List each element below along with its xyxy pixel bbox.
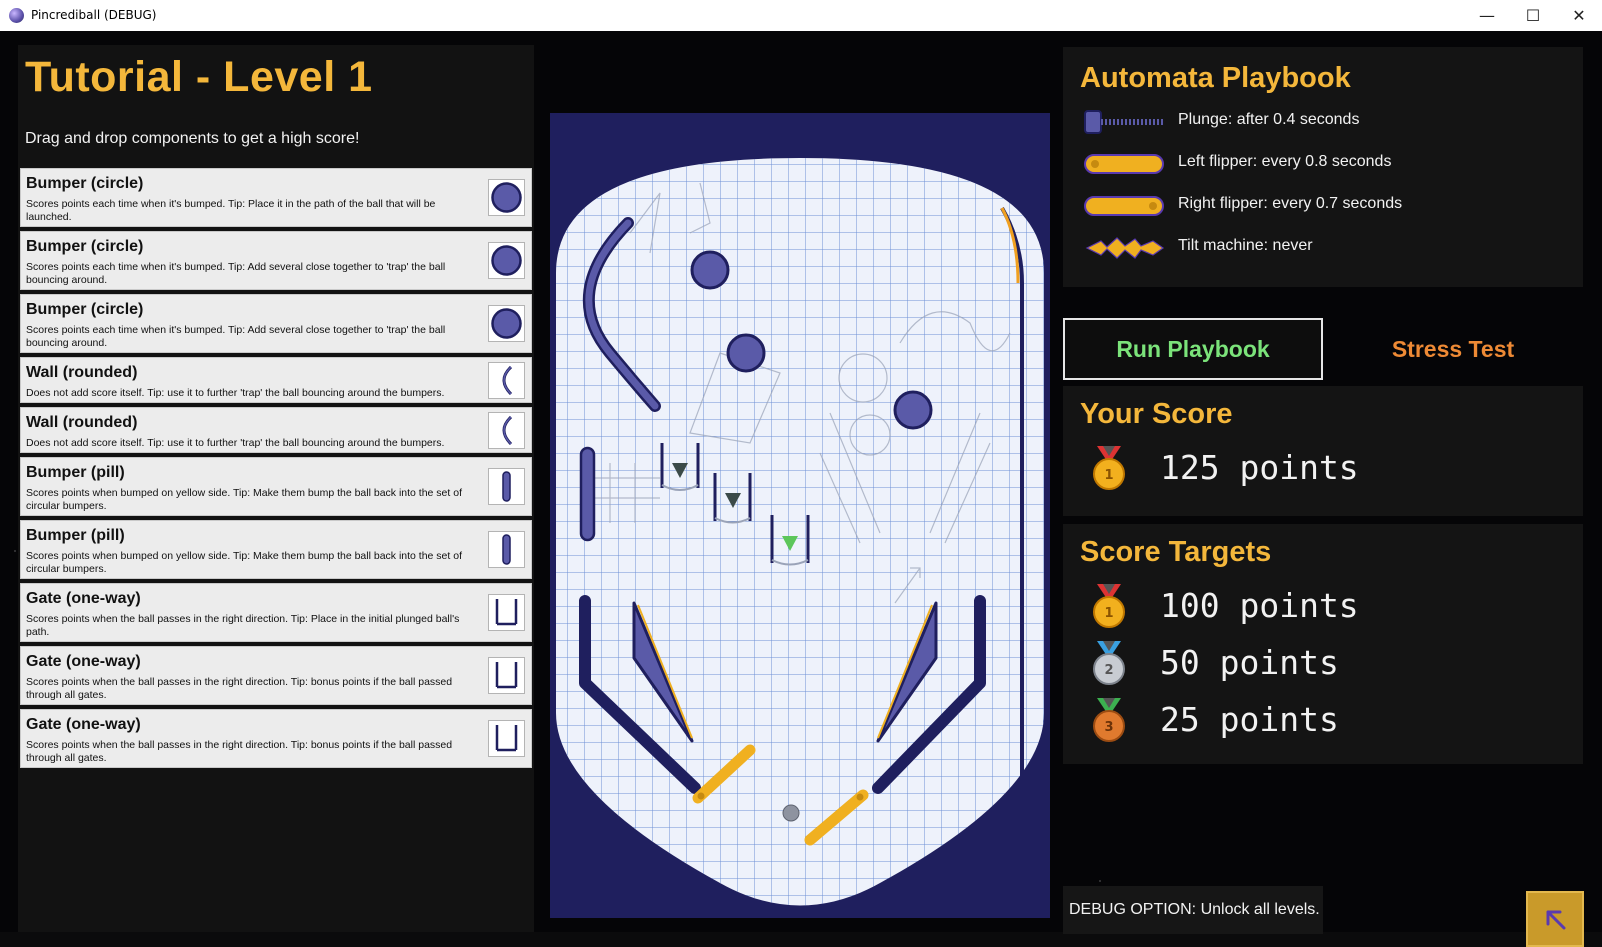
target-value: 100 points	[1160, 586, 1359, 625]
circle-bumper-icon[interactable]	[488, 305, 525, 342]
component-desc: Scores points each time when it's bumped…	[26, 198, 436, 223]
component-name: Bumper (pill)	[26, 464, 125, 481]
circle-bumper	[690, 250, 730, 290]
pill-bumper-icon[interactable]	[488, 531, 525, 568]
left-flipper-icon	[1084, 154, 1164, 174]
component-list: Bumper (circle) Scores points each time …	[20, 168, 532, 772]
playbook-row-label: Right flipper: every 0.7 seconds	[1178, 195, 1403, 212]
playbook-row-label: Left flipper: every 0.8 seconds	[1178, 153, 1392, 170]
component-name: Bumper (pill)	[26, 527, 125, 544]
stress-test-button[interactable]: Stress Test	[1323, 318, 1583, 380]
silver-medal-icon: 2	[1093, 641, 1125, 685]
window-title: Pincrediball (DEBUG)	[31, 8, 157, 22]
component-name: Bumper (circle)	[26, 238, 144, 255]
component-desc: Scores points when bumped on yellow side…	[26, 550, 462, 575]
minimize-button[interactable]: —	[1464, 0, 1510, 31]
score-title: Your Score	[1080, 398, 1233, 430]
svg-text:1: 1	[1104, 468, 1113, 483]
circle-bumper	[893, 390, 933, 430]
tilt-icon	[1085, 237, 1165, 259]
arrow-up-left-icon	[1546, 910, 1566, 930]
component-panel: Tutorial - Level 1 Drag and drop compone…	[18, 45, 534, 932]
component-item[interactable]: Gate (one-way) Scores points when the ba…	[20, 709, 532, 768]
component-desc: Scores points when bumped on yellow side…	[26, 487, 462, 512]
component-item[interactable]: Gate (one-way) Scores points when the ba…	[20, 583, 532, 642]
gate-icon[interactable]	[488, 594, 525, 631]
component-desc: Scores points when the ball passes in th…	[26, 676, 453, 701]
gold-medal-icon: 1	[1093, 584, 1125, 628]
playbook-row-label: Tilt machine: never	[1178, 237, 1313, 254]
component-name: Gate (one-way)	[26, 590, 141, 607]
svg-text:1: 1	[1104, 606, 1113, 621]
target-value: 50 points	[1160, 643, 1339, 682]
level-subtitle: Drag and drop components to get a high s…	[25, 130, 360, 147]
rounded-wall-icon[interactable]	[488, 412, 525, 449]
svg-text:3: 3	[1104, 720, 1113, 735]
playbook-title: Automata Playbook	[1080, 62, 1351, 94]
right-flipper-icon	[1084, 196, 1164, 216]
target-value: 25 points	[1160, 700, 1339, 739]
level-title: Tutorial - Level 1	[25, 53, 373, 101]
debug-unlock-option[interactable]: DEBUG OPTION: Unlock all levels.	[1063, 886, 1323, 934]
component-item[interactable]: Bumper (pill) Scores points when bumped …	[20, 520, 532, 579]
component-desc: Scores points each time when it's bumped…	[26, 324, 446, 349]
window-titlebar: Pincrediball (DEBUG) — ☐ ✕	[0, 0, 1602, 32]
component-item[interactable]: Gate (one-way) Scores points when the ba…	[20, 646, 532, 705]
targets-card: Score Targets 1 100 points 2 50 points 3…	[1063, 524, 1583, 764]
gold-medal-icon: 1	[1093, 446, 1125, 490]
component-item[interactable]: Bumper (circle) Scores points each time …	[20, 168, 532, 227]
playbook-row: Right flipper: every 0.7 seconds	[1083, 191, 1402, 221]
component-desc: Scores points each time when it's bumped…	[26, 261, 446, 286]
component-item[interactable]: Wall (rounded) Does not add score itself…	[20, 357, 532, 403]
component-name: Bumper (circle)	[26, 301, 144, 318]
targets-title: Score Targets	[1080, 536, 1272, 568]
component-desc: Scores points when the ball passes in th…	[26, 739, 453, 764]
gate-icon[interactable]	[488, 720, 525, 757]
component-desc: Scores points when the ball passes in th…	[26, 613, 460, 638]
score-card: Your Score 1 125 points	[1063, 386, 1583, 516]
component-item[interactable]: Bumper (pill) Scores points when bumped …	[20, 457, 532, 516]
component-name: Gate (one-way)	[26, 716, 141, 733]
app-icon	[9, 8, 24, 23]
plunger-icon	[1084, 110, 1163, 134]
playbook-row: Plunge: after 0.4 seconds	[1083, 107, 1359, 137]
bronze-medal-icon: 3	[1093, 698, 1125, 742]
playbook-card: Automata Playbook Plunge: after 0.4 seco…	[1063, 47, 1583, 287]
gate-icon[interactable]	[488, 657, 525, 694]
component-name: Bumper (circle)	[26, 175, 144, 192]
component-desc: Does not add score itself. Tip: use it t…	[26, 387, 445, 399]
pill-bumper	[579, 446, 596, 542]
close-button[interactable]: ✕	[1556, 0, 1602, 31]
playbook-row: Left flipper: every 0.8 seconds	[1083, 149, 1391, 179]
pinball-board[interactable]	[550, 113, 1050, 918]
component-item[interactable]: Wall (rounded) Does not add score itself…	[20, 407, 532, 453]
maximize-button[interactable]: ☐	[1510, 0, 1556, 31]
svg-text:2: 2	[1104, 663, 1113, 678]
component-name: Gate (one-way)	[26, 653, 141, 670]
ball	[782, 804, 800, 822]
circle-bumper	[726, 333, 766, 373]
component-name: Wall (rounded)	[26, 364, 138, 381]
pill-bumper-icon[interactable]	[488, 468, 525, 505]
back-arrow-button[interactable]	[1526, 891, 1584, 947]
run-playbook-button[interactable]: Run Playbook	[1063, 318, 1323, 380]
playbook-row-label: Plunge: after 0.4 seconds	[1178, 111, 1360, 128]
component-desc: Does not add score itself. Tip: use it t…	[26, 437, 445, 449]
circle-bumper-icon[interactable]	[488, 179, 525, 216]
playbook-row: Tilt machine: never	[1083, 233, 1313, 263]
rounded-wall-icon[interactable]	[488, 362, 525, 399]
game-stage: Tutorial - Level 1 Drag and drop compone…	[0, 31, 1602, 947]
circle-bumper-icon[interactable]	[488, 242, 525, 279]
score-value: 125 points	[1160, 448, 1359, 487]
component-item[interactable]: Bumper (circle) Scores points each time …	[20, 231, 532, 290]
component-name: Wall (rounded)	[26, 414, 138, 431]
component-item[interactable]: Bumper (circle) Scores points each time …	[20, 294, 532, 353]
